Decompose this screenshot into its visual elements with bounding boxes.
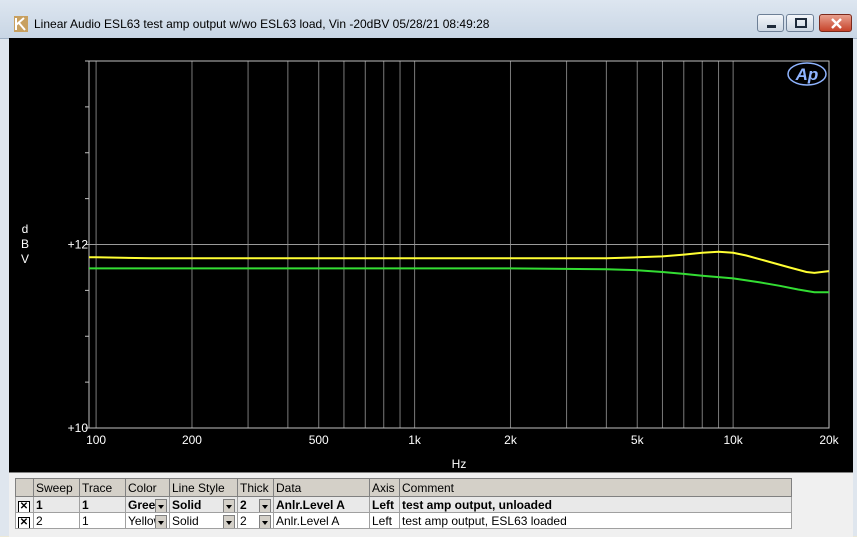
- minimize-icon: [767, 25, 776, 28]
- cell-axis[interactable]: Left: [369, 512, 400, 529]
- x-axis-label: Hz: [452, 457, 467, 471]
- close-icon: [831, 18, 842, 29]
- cell-color[interactable]: Green: [125, 496, 170, 513]
- y-axis-label-b: B: [21, 237, 29, 251]
- maximize-icon: [795, 18, 807, 28]
- cell-axis[interactable]: Left: [369, 496, 400, 513]
- y-tick-label: +10: [68, 421, 89, 435]
- cell-line-style[interactable]: Solid: [169, 496, 238, 513]
- thick-dropdown-arrow[interactable]: [259, 514, 271, 528]
- row-checkbox[interactable]: ✕: [15, 512, 34, 529]
- thick-value: 2: [240, 497, 247, 512]
- app-window: Linear Audio ESL63 test amp output w/wo …: [0, 0, 857, 537]
- frequency-response-chart: 100 200 500 1k 2k 5k 10k 20k +10 +12 Hz d B V Ap: [21, 60, 840, 471]
- window-title: Linear Audio ESL63 test amp output w/wo …: [34, 17, 490, 31]
- color-dropdown-arrow[interactable]: [155, 514, 167, 528]
- header-thick[interactable]: Thick: [237, 478, 274, 497]
- x-tick-label: 2k: [504, 433, 518, 447]
- x-tick-label: 20k: [819, 433, 839, 447]
- header-comment[interactable]: Comment: [399, 478, 792, 497]
- cell-trace[interactable]: 1: [79, 496, 126, 513]
- header-line-style[interactable]: Line Style: [169, 478, 238, 497]
- ap-logo: Ap: [787, 62, 827, 86]
- grid: [89, 61, 830, 429]
- x-tick-label: 500: [309, 433, 329, 447]
- series-group: [89, 250, 830, 294]
- header-sweep[interactable]: Sweep: [33, 478, 80, 497]
- y-tick-label: +12: [68, 238, 89, 252]
- cell-thick[interactable]: 2: [237, 512, 274, 529]
- x-tick-label: 200: [182, 433, 202, 447]
- title-bar[interactable]: Linear Audio ESL63 test amp output w/wo …: [0, 0, 857, 39]
- cell-sweep[interactable]: 2: [33, 512, 80, 529]
- header-color[interactable]: Color: [125, 478, 170, 497]
- checkbox-checked-icon[interactable]: ✕: [18, 517, 30, 528]
- close-button[interactable]: [819, 14, 852, 32]
- cell-data[interactable]: Anlr.Level A: [273, 512, 370, 529]
- sweep-table-panel: Sweep Trace Color Line Style Thick Data …: [9, 472, 853, 537]
- cell-color[interactable]: Yellow: [125, 512, 170, 529]
- series-line-1: [89, 250, 830, 274]
- cell-sweep[interactable]: 1: [33, 496, 80, 513]
- x-tick-label: 100: [86, 433, 106, 447]
- series-line-2: [89, 267, 829, 294]
- color-value: Green: [128, 497, 155, 512]
- header-check: [15, 478, 34, 497]
- minimize-button[interactable]: [757, 14, 784, 32]
- x-tick-label: 10k: [723, 433, 743, 447]
- cell-comment[interactable]: test amp output, unloaded: [399, 496, 792, 513]
- row-checkbox[interactable]: ✕: [15, 496, 34, 513]
- maximize-button[interactable]: [786, 14, 814, 32]
- line-style-value: Solid: [172, 513, 199, 528]
- header-axis[interactable]: Axis: [369, 478, 400, 497]
- cell-line-style[interactable]: Solid: [169, 512, 238, 529]
- cell-comment[interactable]: test amp output, ESL63 loaded: [399, 512, 792, 529]
- ap-logo-text: Ap: [795, 65, 819, 84]
- table-row[interactable]: ✕ 1 1 Green Solid 2 Anlr.Level A Left te…: [15, 496, 792, 513]
- plot-area[interactable]: 100 200 500 1k 2k 5k 10k 20k +10 +12 Hz d B V Ap: [9, 38, 853, 472]
- header-trace[interactable]: Trace: [79, 478, 126, 497]
- app-icon: [14, 16, 28, 32]
- y-axis-label-d: d: [22, 222, 29, 236]
- line-style-dropdown-arrow[interactable]: [223, 498, 235, 512]
- x-tick-label: 1k: [408, 433, 422, 447]
- checkbox-checked-icon[interactable]: ✕: [18, 501, 30, 512]
- thick-value: 2: [240, 513, 247, 528]
- line-style-value: Solid: [172, 497, 202, 512]
- sweep-table: Sweep Trace Color Line Style Thick Data …: [15, 478, 792, 529]
- table-header-row: Sweep Trace Color Line Style Thick Data …: [15, 478, 792, 497]
- header-data[interactable]: Data: [273, 478, 370, 497]
- cell-data[interactable]: Anlr.Level A: [273, 496, 370, 513]
- color-value: Yellow: [128, 513, 155, 528]
- x-tick-label: 5k: [631, 433, 645, 447]
- color-dropdown-arrow[interactable]: [155, 498, 167, 512]
- thick-dropdown-arrow[interactable]: [259, 498, 271, 512]
- cell-thick[interactable]: 2: [237, 496, 274, 513]
- line-style-dropdown-arrow[interactable]: [223, 514, 235, 528]
- y-axis-label-v: V: [21, 252, 29, 266]
- cell-trace[interactable]: 1: [79, 512, 126, 529]
- table-row[interactable]: ✕ 2 1 Yellow Solid 2 Anlr.Level A Left t…: [15, 512, 792, 529]
- x-tick-labels: 100 200 500 1k 2k 5k 10k 20k: [86, 433, 840, 447]
